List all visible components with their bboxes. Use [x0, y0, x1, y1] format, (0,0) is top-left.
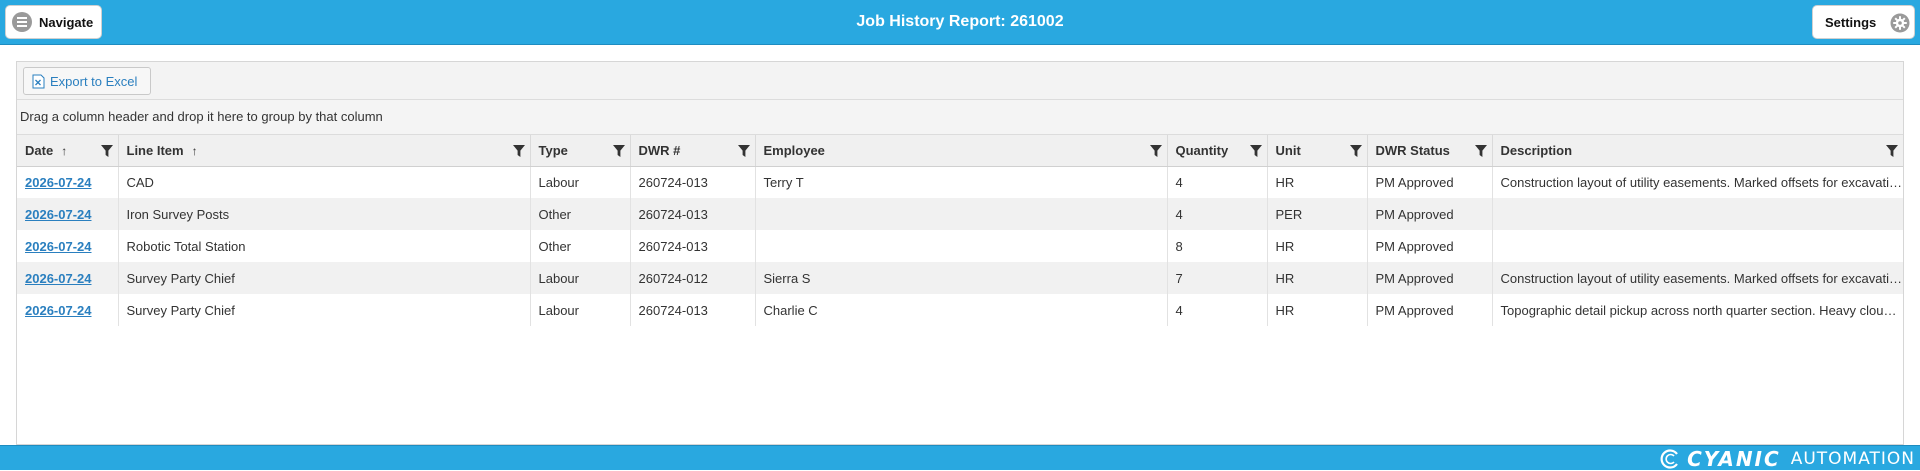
column-header-line-item[interactable]: Line Item ↑	[118, 135, 531, 167]
filter-icon[interactable]	[1886, 145, 1898, 157]
cell-date[interactable]: 2026-07-24	[17, 166, 119, 198]
cell-type: Labour	[530, 262, 631, 294]
date-link[interactable]: 2026-07-24	[25, 207, 92, 222]
brand-word-2: AUTOMATION	[1790, 448, 1915, 469]
navigate-button[interactable]: Navigate	[5, 5, 102, 39]
cell-unit: HR	[1267, 262, 1368, 294]
table-row[interactable]: 2026-07-24 Survey Party Chief Labour 260…	[17, 294, 1903, 326]
cyanic-logo-icon	[1660, 448, 1678, 469]
navigate-label: Navigate	[39, 14, 94, 30]
cell-description: Topographic detail pickup across north q…	[1500, 302, 1904, 318]
top-bar: Navigate Job History Report: 261002 Sett…	[0, 0, 1920, 45]
date-link[interactable]: 2026-07-24	[25, 271, 92, 286]
cell-description: Construction layout of utility easements…	[1500, 174, 1904, 190]
cell-date[interactable]: 2026-07-24	[17, 230, 119, 262]
sort-ascending-icon: ↑	[61, 143, 68, 158]
filter-icon[interactable]	[512, 145, 525, 157]
filter-icon[interactable]	[1149, 145, 1162, 157]
column-header-unit[interactable]: Unit	[1267, 135, 1368, 167]
cell-dwr-status: PM Approved	[1367, 198, 1493, 230]
gear-icon	[1890, 13, 1910, 33]
settings-button[interactable]: Settings	[1812, 5, 1915, 39]
cell-dwr-status: PM Approved	[1367, 230, 1493, 262]
cell-date[interactable]: 2026-07-24	[17, 294, 119, 326]
job-history-grid: Export to Excel Drag a column header and…	[16, 61, 1904, 445]
cell-employee: Charlie C	[755, 294, 1168, 326]
brand-word-1: CYANIC	[1687, 446, 1781, 471]
cell-type: Labour	[530, 294, 631, 326]
table-row[interactable]: 2026-07-24 Robotic Total Station Other 2…	[17, 230, 1903, 262]
cell-dwr: 260724-013	[630, 230, 756, 262]
cell-type: Labour	[530, 166, 631, 198]
export-label: Export to Excel	[50, 73, 138, 89]
group-drop-zone[interactable]: Drag a column header and drop it here to…	[17, 100, 1903, 135]
footer-bar: CYANIC AUTOMATION	[0, 445, 1920, 471]
cell-dwr: 260724-013	[630, 166, 756, 198]
table-row[interactable]: 2026-07-24 Survey Party Chief Labour 260…	[17, 262, 1903, 294]
cell-line-item: Survey Party Chief	[118, 262, 531, 294]
column-header-quantity[interactable]: Quantity	[1167, 135, 1268, 167]
sort-ascending-icon: ↑	[191, 143, 198, 158]
cell-employee: Sierra S	[755, 262, 1168, 294]
cell-type: Other	[530, 198, 631, 230]
cell-employee	[755, 198, 1168, 230]
cell-dwr: 260724-013	[630, 294, 756, 326]
cell-dwr-status: PM Approved	[1367, 294, 1493, 326]
cell-quantity: 4	[1167, 294, 1268, 326]
cell-quantity: 8	[1167, 230, 1268, 262]
cell-employee	[755, 230, 1168, 262]
cell-line-item: CAD	[118, 166, 531, 198]
job-history-table: Date ↑ Line Item ↑ Type DWR # Employee Qua…	[17, 135, 1903, 326]
date-link[interactable]: 2026-07-24	[25, 239, 92, 254]
filter-icon[interactable]	[1249, 145, 1262, 157]
page-title: Job History Report: 261002	[856, 13, 1064, 30]
cell-dwr: 260724-012	[630, 262, 756, 294]
date-link[interactable]: 2026-07-24	[25, 175, 92, 190]
cell-unit: HR	[1267, 230, 1368, 262]
column-header-description[interactable]: Description	[1492, 135, 1903, 167]
grid-toolbar: Export to Excel	[17, 62, 1903, 100]
cell-employee: Terry T	[755, 166, 1168, 198]
cell-line-item: Survey Party Chief	[118, 294, 531, 326]
cell-quantity: 7	[1167, 262, 1268, 294]
cell-unit: PER	[1267, 198, 1368, 230]
cell-description	[1492, 198, 1903, 230]
column-header-type[interactable]: Type	[530, 135, 631, 167]
date-link[interactable]: 2026-07-24	[25, 303, 92, 318]
export-excel-button[interactable]: Export to Excel	[23, 67, 151, 95]
filter-icon[interactable]	[1474, 145, 1487, 157]
filter-icon[interactable]	[612, 145, 625, 157]
column-header-date[interactable]: Date ↑	[17, 135, 119, 167]
cell-dwr: 260724-013	[630, 198, 756, 230]
column-header-employee[interactable]: Employee	[755, 135, 1168, 167]
cell-description	[1492, 230, 1903, 262]
table-row[interactable]: 2026-07-24 CAD Labour 260724-013 Terry T…	[17, 166, 1903, 198]
cell-quantity: 4	[1167, 166, 1268, 198]
cell-quantity: 4	[1167, 198, 1268, 230]
cell-type: Other	[530, 230, 631, 262]
filter-icon[interactable]	[737, 145, 750, 157]
column-header-dwr-status[interactable]: DWR Status	[1367, 135, 1493, 167]
filter-icon[interactable]	[1349, 145, 1362, 157]
menu-icon	[12, 12, 32, 32]
header-row: Date ↑ Line Item ↑ Type DWR # Employee Qua…	[17, 135, 1903, 167]
cell-unit: HR	[1267, 294, 1368, 326]
cell-dwr-status: PM Approved	[1367, 262, 1493, 294]
cell-dwr-status: PM Approved	[1367, 166, 1493, 198]
cell-date[interactable]: 2026-07-24	[17, 198, 119, 230]
filter-icon[interactable]	[100, 145, 113, 157]
excel-file-icon	[32, 74, 45, 88]
brand-logo: CYANIC AUTOMATION	[1659, 446, 1915, 471]
cell-line-item: Iron Survey Posts	[118, 198, 531, 230]
cell-unit: HR	[1267, 166, 1368, 198]
cell-description: Construction layout of utility easements…	[1492, 262, 1903, 294]
table-row[interactable]: 2026-07-24 Iron Survey Posts Other 26072…	[17, 198, 1903, 230]
cell-line-item: Robotic Total Station	[118, 230, 531, 262]
settings-label: Settings	[1825, 14, 1877, 30]
cell-date[interactable]: 2026-07-24	[17, 262, 119, 294]
column-header-dwr[interactable]: DWR #	[630, 135, 756, 167]
